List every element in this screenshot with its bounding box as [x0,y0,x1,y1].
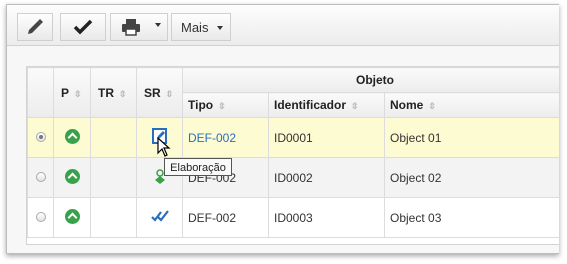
more-label: Mais [181,20,209,35]
identificador-cell: ID0003 [268,197,385,238]
table-row[interactable]: DEF-002 ID0001 Object 01 [27,117,559,158]
header-nome[interactable]: Nome ⇳ [384,92,559,118]
tr-cell [90,117,137,158]
sort-icon[interactable]: ⇳ [166,89,174,99]
double-check-icon[interactable] [150,207,169,225]
nome-cell: Object 03 [384,197,559,238]
nome-cell: Object 02 [384,157,559,198]
more-dropdown-button[interactable]: Mais [171,13,231,41]
priority-up-icon [64,208,80,224]
header-objeto-group: Objeto [182,67,559,93]
row-radio[interactable] [35,211,46,222]
select-column-header [27,67,54,118]
header-identificador[interactable]: Identificador ⇳ [268,92,385,118]
priority-up-icon [64,168,80,184]
tooltip: Elaboração [164,158,232,176]
priority-cell [53,197,91,238]
identificador-cell: ID0002 [268,157,385,198]
row-select-cell[interactable] [27,117,54,158]
header-p[interactable]: P ⇳ [53,67,91,118]
toolbar: Mais [7,5,559,46]
priority-cell [53,117,91,158]
edit-button[interactable] [17,13,53,41]
tr-cell [90,197,137,238]
data-grid: P ⇳ TR ⇳ SR ⇳ Objeto Tipo ⇳ Identificador ⇳ N… [26,66,559,245]
pencil-icon [28,19,43,34]
nome-cell: Object 01 [384,117,559,158]
sort-icon[interactable]: ⇳ [74,89,82,99]
sort-icon[interactable]: ⇳ [119,89,127,99]
header-tipo[interactable]: Tipo ⇳ [182,92,269,118]
table-row[interactable]: DEF-002 ID0003 Object 03 [27,197,559,238]
row-select-cell[interactable] [27,197,54,238]
sort-icon[interactable]: ⇳ [351,101,359,111]
confirm-button[interactable] [60,13,106,41]
sr-cell [136,197,183,238]
sort-icon[interactable]: ⇳ [218,101,226,111]
priority-cell [53,157,91,198]
header-sr[interactable]: SR ⇳ [136,67,183,118]
tipo-link[interactable]: DEF-002 [182,117,269,158]
window-frame: Mais P ⇳ TR ⇳ SR ⇳ Objeto Tipo ⇳ Identifica [6,4,559,254]
header-tr[interactable]: TR ⇳ [90,67,137,118]
chevron-down-icon [155,23,161,27]
identificador-cell: ID0001 [268,117,385,158]
printer-icon [122,19,140,36]
table-row[interactable]: DEF-002 ID0002 Object 02 [27,157,559,198]
priority-up-icon [64,128,80,144]
row-select-cell[interactable] [27,157,54,198]
mouse-cursor-icon [157,137,171,157]
tipo-cell: DEF-002 [182,197,269,238]
sort-icon[interactable]: ⇳ [428,101,436,111]
chevron-down-icon [217,26,223,30]
row-radio[interactable] [35,131,46,142]
tr-cell [90,157,137,198]
objects-table: P ⇳ TR ⇳ SR ⇳ Objeto Tipo ⇳ Identificador ⇳ N… [27,67,559,238]
row-radio[interactable] [35,171,46,182]
print-dropdown-button[interactable] [110,13,168,41]
checkmark-icon [73,19,93,35]
